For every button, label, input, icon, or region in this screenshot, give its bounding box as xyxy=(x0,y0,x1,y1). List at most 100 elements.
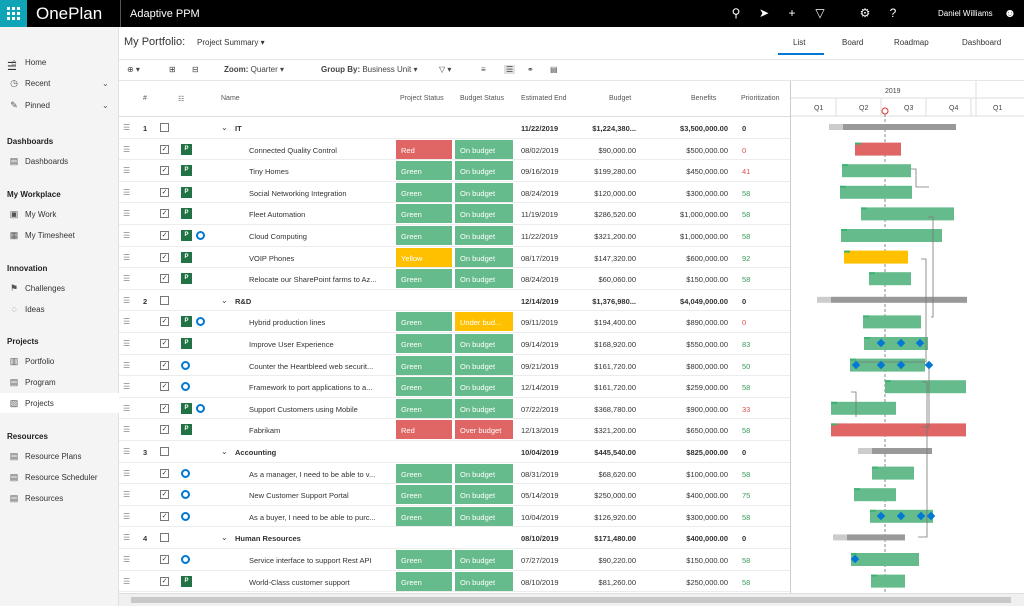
sidebar-item-projects[interactable]: ▧ Projects xyxy=(0,393,119,413)
project-name[interactable]: Cloud Computing xyxy=(249,232,389,241)
table-row[interactable]: ☰ ✓ P Tiny Homes Green On budget 09/16/2019 $19… xyxy=(119,160,790,182)
row-checkbox[interactable]: ✓ xyxy=(160,317,169,327)
add-icon[interactable]: + xyxy=(784,6,800,20)
table-row[interactable]: ☰ ✓ P World-Class customer support Green On b… xyxy=(119,571,790,593)
group-row[interactable]: ☰ 3 ⌄ Accounting 10/04/2019 $445,540.00 $825,0… xyxy=(119,441,790,463)
project-name[interactable]: Relocate our SharePoint farms to Az... xyxy=(249,275,389,284)
row-checkbox[interactable]: ✓ xyxy=(160,403,169,413)
drag-handle-icon[interactable]: ☰ xyxy=(123,339,133,348)
user-name[interactable]: Daniel Williams xyxy=(938,9,993,18)
sidebar-item-my-work[interactable]: ▣ My Work xyxy=(0,204,119,224)
row-checkbox[interactable]: ✓ xyxy=(160,511,169,521)
row-checkbox[interactable]: ✓ xyxy=(160,339,169,348)
sidebar-item-resource-plans[interactable]: ▤ Resource Plans xyxy=(0,446,119,466)
expand-all-icon[interactable]: ⊞ xyxy=(169,65,176,74)
chevron-down-icon[interactable]: ⌄ xyxy=(102,79,109,88)
project-name[interactable]: Framework to port applications to a... xyxy=(249,383,389,392)
project-name[interactable]: New Customer Support Portal xyxy=(249,491,389,500)
sidebar-item-dashboards[interactable]: ▤ Dashboards xyxy=(0,151,119,171)
chevron-down-icon[interactable]: ⌄ xyxy=(221,533,228,542)
table-row[interactable]: ☰ ✓ P Social Networking Integration Green On … xyxy=(119,182,790,204)
table-row[interactable]: ☰ ✓ P Improve User Experience Green On budget… xyxy=(119,333,790,355)
drag-handle-icon[interactable]: ☰ xyxy=(123,469,133,478)
table-row[interactable]: ☰ ✓ As a buyer, I need to be able to purc.… xyxy=(119,506,790,528)
row-checkbox[interactable] xyxy=(160,447,169,456)
rocket-icon[interactable]: ➤ xyxy=(756,6,772,20)
table-row[interactable]: ☰ ✓ Counter the Heartbleed web securit... G… xyxy=(119,355,790,377)
row-checkbox[interactable]: ✓ xyxy=(160,360,169,370)
project-name[interactable]: As a buyer, I need to be able to purc... xyxy=(249,513,389,522)
drag-handle-icon[interactable]: ☰ xyxy=(123,425,133,434)
project-name[interactable]: Improve User Experience xyxy=(249,340,389,349)
drag-handle-icon[interactable]: ☰ xyxy=(123,188,133,197)
card-icon[interactable]: ▤ xyxy=(550,65,558,74)
row-checkbox[interactable]: ✓ xyxy=(160,576,169,586)
group-row[interactable]: ☰ 1 ⌄ IT 11/22/2019 $1,224,380... $3,500,000.0… xyxy=(119,117,790,139)
row-checkbox[interactable]: ✓ xyxy=(160,468,169,478)
row-checkbox[interactable] xyxy=(160,123,169,132)
chevron-down-icon[interactable]: ⌄ xyxy=(102,101,109,110)
drag-handle-icon[interactable]: ☰ xyxy=(123,253,133,262)
gear-icon[interactable]: ⚙ xyxy=(857,6,873,20)
table-row[interactable]: ☰ ✓ P Fleet Automation Green On budget 11/19/2… xyxy=(119,203,790,225)
gantt-view-icon[interactable]: ☰ xyxy=(504,65,516,74)
group-row[interactable]: ☰ 4 ⌄ Human Resources 08/10/2019 $171,480.00 $… xyxy=(119,527,790,549)
drag-handle-icon[interactable]: ☰ xyxy=(123,274,133,283)
row-checkbox[interactable]: ✓ xyxy=(160,252,169,262)
project-name[interactable]: As a manager, I need to be able to v... xyxy=(249,470,389,479)
column-header-name[interactable]: Name xyxy=(221,95,240,102)
row-checkbox[interactable]: ✓ xyxy=(160,187,169,197)
drag-handle-icon[interactable]: ☰ xyxy=(123,382,133,391)
group-name[interactable]: Human Resources xyxy=(235,534,301,543)
row-checkbox[interactable]: ✓ xyxy=(160,382,169,392)
column-header-budget-status[interactable]: Budget Status xyxy=(460,95,504,102)
table-row[interactable]: ☰ ✓ P VOIP Phones Yellow On budget 08/17/2019 $… xyxy=(119,247,790,269)
table-row[interactable]: ☰ ✓ P Relocate our SharePoint farms to Az..… xyxy=(119,268,790,290)
tab-dashboard[interactable]: Dashboard xyxy=(962,38,1001,47)
tab-list[interactable]: List xyxy=(793,38,805,47)
zoom-dropdown[interactable]: Zoom: Quarter ▾ xyxy=(224,65,284,74)
search-icon[interactable]: ⚲ xyxy=(728,6,744,20)
row-checkbox[interactable]: ✓ xyxy=(160,209,169,219)
sidebar-item-resource-scheduler[interactable]: ▤ Resource Scheduler xyxy=(0,467,119,487)
scrollbar-thumb[interactable] xyxy=(131,597,1011,603)
project-name[interactable]: World-Class customer support xyxy=(249,578,389,587)
sidebar-item-challenges[interactable]: ⚑ Challenges xyxy=(0,278,119,298)
drag-handle-icon[interactable]: ☰ xyxy=(123,123,133,132)
filter-icon[interactable]: ▽ xyxy=(812,6,828,20)
column-header-benefits[interactable]: Benefits xyxy=(691,95,716,102)
column-header-number[interactable]: # xyxy=(143,95,147,102)
row-checkbox[interactable] xyxy=(160,295,169,305)
chevron-down-icon[interactable]: ⌄ xyxy=(221,123,228,132)
tab-board[interactable]: Board xyxy=(842,38,863,47)
table-row[interactable]: ☰ ✓ As a manager, I need to be able to v..… xyxy=(119,463,790,485)
sidebar-item-pinned[interactable]: ✎ Pinned ⌄ xyxy=(0,95,119,115)
group-name[interactable]: Accounting xyxy=(235,448,276,457)
table-row[interactable]: ☰ ✓ P Cloud Computing Green On budget 11/22/20… xyxy=(119,225,790,247)
project-name[interactable]: Fleet Automation xyxy=(249,210,389,219)
people-icon[interactable]: ⚭ xyxy=(527,65,534,74)
row-checkbox[interactable]: ✓ xyxy=(160,490,169,500)
table-row[interactable]: ☰ ✓ Framework to port applications to a...… xyxy=(119,376,790,398)
row-checkbox[interactable]: ✓ xyxy=(160,231,169,240)
project-name[interactable]: Fabrikam xyxy=(249,426,389,435)
group-by-dropdown[interactable]: Group By: Business Unit ▾ xyxy=(321,65,418,74)
add-menu-button[interactable]: ⊕ ▾ xyxy=(127,65,140,74)
drag-handle-icon[interactable]: ☰ xyxy=(123,145,133,154)
table-row[interactable]: ☰ ✓ P Hybrid production lines Green Under bud… xyxy=(119,311,790,333)
table-row[interactable]: ☰ ✓ P Fabrikam Red Over budget 12/13/2019 $321,… xyxy=(119,419,790,441)
drag-handle-icon[interactable]: ☰ xyxy=(123,533,133,542)
column-header-budget[interactable]: Budget xyxy=(609,95,631,102)
drag-handle-icon[interactable]: ☰ xyxy=(123,296,133,305)
project-name[interactable]: VOIP Phones xyxy=(249,254,389,263)
drag-handle-icon[interactable]: ☰ xyxy=(123,512,133,521)
hierarchy-icon[interactable]: ☷ xyxy=(178,95,184,103)
group-row[interactable]: ☰ 2 ⌄ R&D 12/14/2019 $1,376,980... $4,049,000.… xyxy=(119,290,790,312)
column-header-prioritization[interactable]: Prioritization xyxy=(741,95,780,102)
sidebar-item-program[interactable]: ▤ Program xyxy=(0,372,119,392)
tab-roadmap[interactable]: Roadmap xyxy=(894,38,929,47)
row-checkbox[interactable]: ✓ xyxy=(160,274,169,284)
drag-handle-icon[interactable]: ☰ xyxy=(123,209,133,218)
horizontal-scrollbar[interactable] xyxy=(119,593,1024,606)
project-name[interactable]: Counter the Heartbleed web securit... xyxy=(249,362,389,371)
